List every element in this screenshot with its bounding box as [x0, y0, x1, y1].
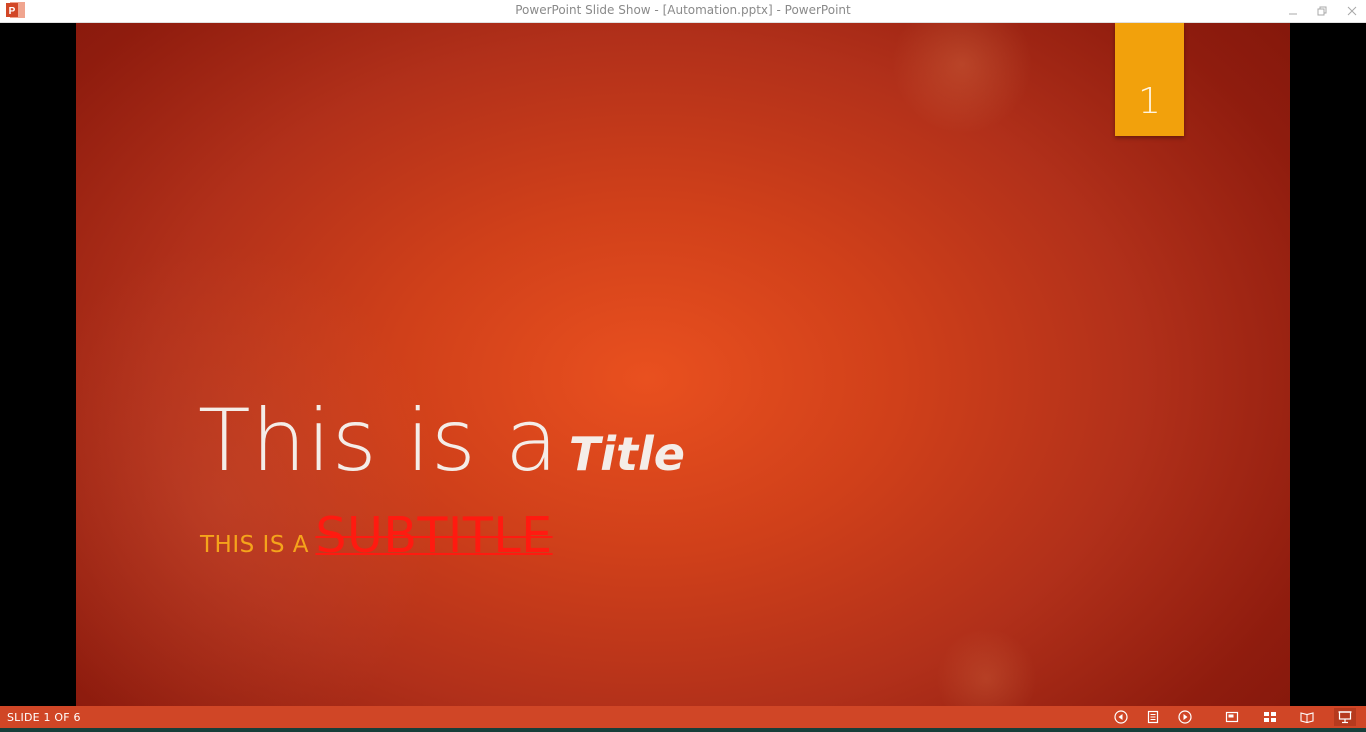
slide-number: 1: [1138, 81, 1161, 122]
minimize-button[interactable]: [1279, 0, 1307, 22]
slide-subtitle: THIS IS A SUBTITLE: [200, 507, 553, 564]
slide-show-icon: [1338, 711, 1352, 724]
close-icon: [1347, 6, 1357, 16]
minimize-icon: [1289, 13, 1297, 15]
window-title-bar: P PowerPoint Slide Show - [Automation.pp…: [0, 0, 1366, 23]
slide-indicator[interactable]: SLIDE 1 OF 6: [7, 711, 81, 724]
slide-canvas[interactable]: 1 This is a Title THIS IS A SUBTITLE: [76, 23, 1290, 706]
slide-number-tag: 1: [1115, 23, 1184, 136]
slide-sorter-button[interactable]: [1259, 708, 1281, 726]
slide-list-button[interactable]: [1142, 708, 1164, 726]
normal-view-button[interactable]: [1221, 708, 1243, 726]
slide-subtitle-strikethrough: SUBTITLE: [315, 507, 553, 564]
slide-subtitle-lead: THIS IS A: [200, 532, 309, 558]
next-slide-icon: [1178, 710, 1192, 724]
normal-view-icon: [1225, 711, 1239, 723]
restore-icon: [1317, 6, 1327, 16]
status-bar: SLIDE 1 OF 6: [0, 706, 1366, 728]
close-button[interactable]: [1338, 0, 1366, 22]
reading-view-icon: [1300, 712, 1314, 724]
slide-title-main: This is a: [198, 391, 559, 491]
restore-button[interactable]: [1308, 0, 1336, 22]
slide-list-icon: [1147, 710, 1159, 724]
previous-slide-button[interactable]: [1110, 708, 1132, 726]
next-slide-button[interactable]: [1174, 708, 1196, 726]
window-title: PowerPoint Slide Show - [Automation.pptx…: [515, 3, 851, 17]
slide-show-button[interactable]: [1334, 708, 1356, 726]
slide-title-emphasis: Title: [568, 427, 685, 481]
slide-sorter-icon: [1264, 712, 1276, 722]
slide-title: This is a Title: [198, 391, 685, 491]
taskbar-edge: [0, 728, 1366, 732]
previous-slide-icon: [1114, 710, 1128, 724]
reading-view-button[interactable]: [1296, 708, 1318, 726]
